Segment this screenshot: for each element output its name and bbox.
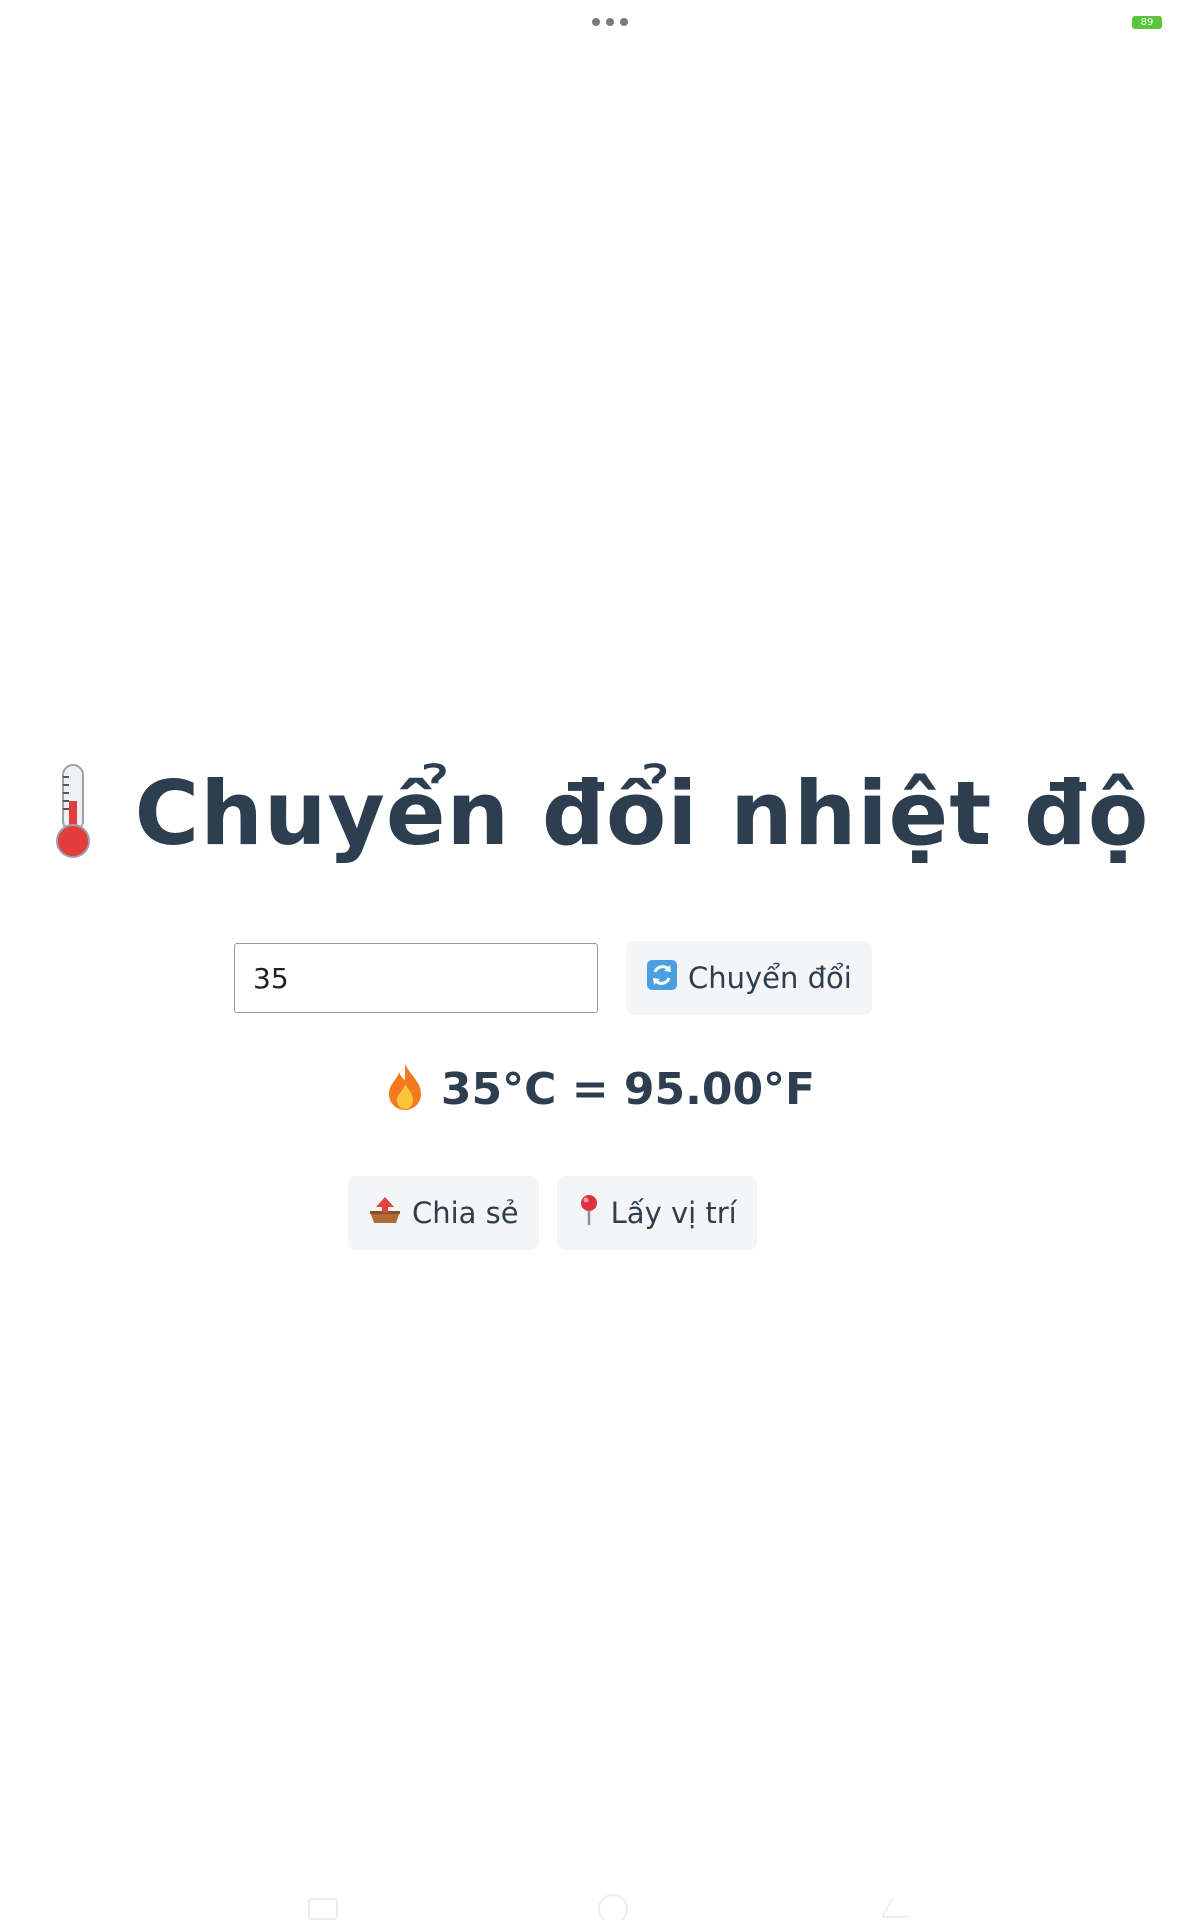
more-options-icon[interactable] bbox=[592, 18, 628, 26]
conversion-result: 35°C = 95.00°F bbox=[0, 1062, 1200, 1116]
convert-button-label: Chuyển đổi bbox=[688, 961, 852, 995]
get-location-button[interactable]: Lấy vị trí bbox=[556, 1176, 757, 1250]
recent-apps-nav[interactable] bbox=[308, 1898, 338, 1920]
action-buttons: Chia sẻ Lấy vị trí bbox=[348, 1176, 757, 1250]
fire-icon bbox=[385, 1062, 425, 1116]
app-screen: 89 Chuyển đổi nhiệt độ 35 Chuyển đổi 35°… bbox=[0, 0, 1200, 1920]
page-title: Chuyển đổi nhiệt độ bbox=[134, 761, 1150, 865]
convert-button[interactable]: Chuyển đổi bbox=[626, 941, 872, 1015]
battery-level: 89 bbox=[1140, 17, 1154, 28]
map-pin-icon bbox=[577, 1193, 601, 1234]
outbox-tray-icon bbox=[368, 1195, 402, 1232]
share-button-label: Chia sẻ bbox=[412, 1196, 519, 1230]
converter-form: Chuyển đổi bbox=[234, 941, 872, 1015]
home-nav[interactable] bbox=[598, 1894, 628, 1920]
back-nav[interactable] bbox=[880, 1898, 920, 1918]
page-header: Chuyển đổi nhiệt độ bbox=[55, 758, 1148, 868]
celsius-input[interactable] bbox=[234, 943, 598, 1013]
refresh-arrows-icon bbox=[646, 959, 678, 998]
battery-indicator: 89 bbox=[1132, 16, 1162, 29]
result-text: 35°C = 95.00°F bbox=[440, 1063, 816, 1115]
thermometer-icon bbox=[51, 761, 95, 865]
get-location-button-label: Lấy vị trí bbox=[610, 1196, 737, 1230]
share-button[interactable]: Chia sẻ bbox=[348, 1176, 539, 1250]
